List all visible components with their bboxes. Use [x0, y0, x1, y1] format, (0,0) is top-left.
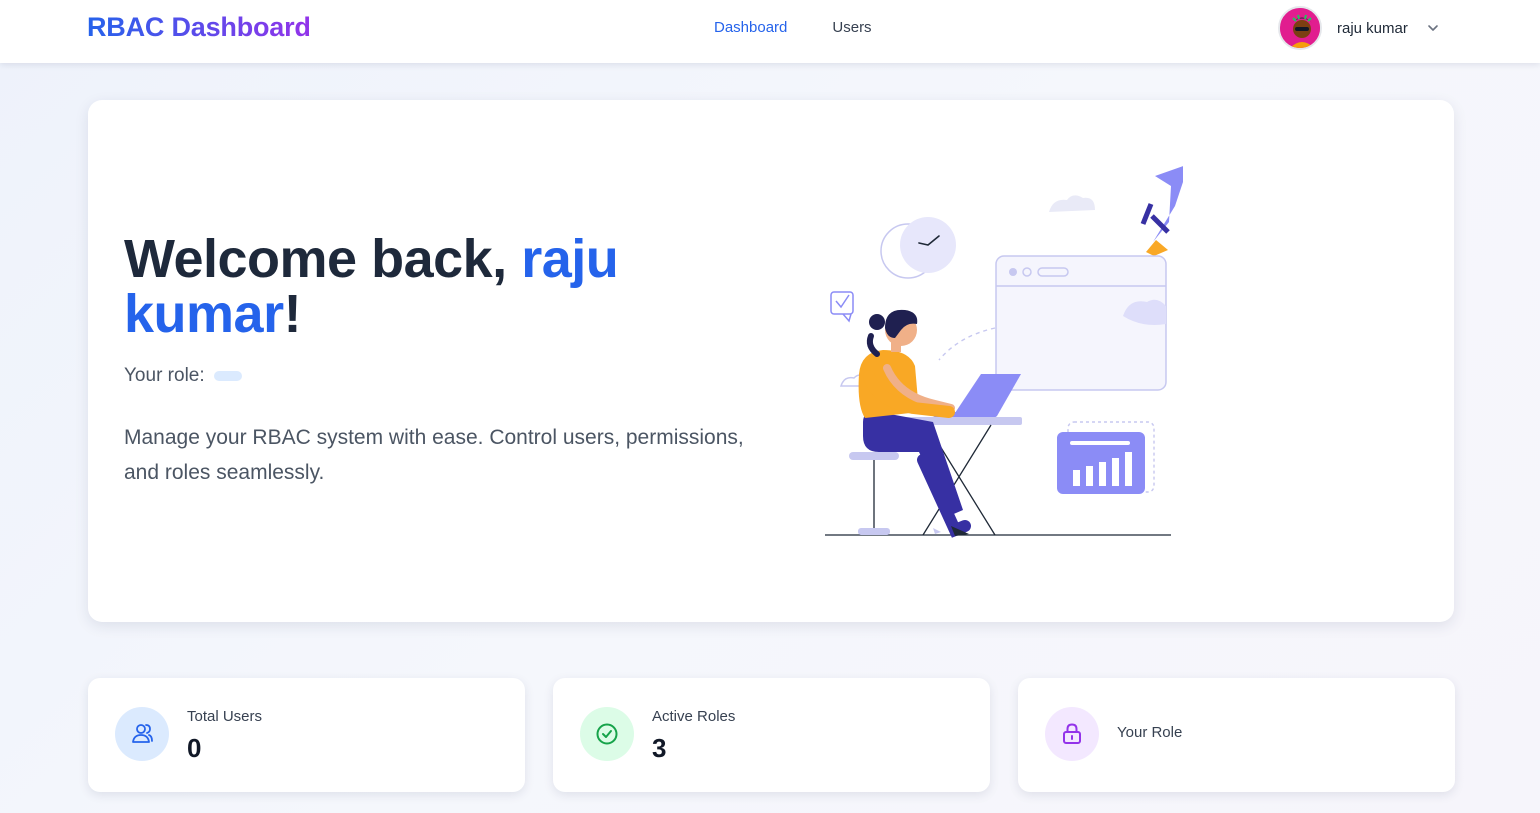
welcome-card: Welcome back, raju kumar! Your role: Man…: [88, 100, 1454, 622]
users-icon: [132, 724, 153, 743]
stat-card-active-roles: Active Roles 3: [553, 678, 990, 792]
avatar-image: [1280, 8, 1320, 48]
nav-link-dashboard[interactable]: Dashboard: [714, 19, 787, 36]
user-menu[interactable]: raju kumar: [1278, 6, 1440, 50]
person-at-laptop-illustration: [825, 166, 1183, 538]
top-navbar: RBAC Dashboard Dashboard Users raju kuma…: [0, 0, 1540, 63]
avatar[interactable]: [1278, 6, 1322, 50]
cloud-icon: [1049, 195, 1095, 212]
stat-label: Total Users: [187, 708, 263, 725]
laptop: [955, 374, 1021, 416]
check-circle-icon-badge: [580, 707, 634, 761]
stat-card-total-users: Total Users 0: [88, 678, 525, 792]
welcome-suffix: !: [283, 284, 302, 344]
welcome-heading: Welcome back, raju kumar!: [124, 232, 764, 342]
lock-icon: [1063, 723, 1081, 744]
user-name[interactable]: raju kumar: [1337, 20, 1408, 37]
stat-label: Your Role: [1117, 724, 1183, 741]
role-badge: [213, 371, 242, 381]
brand-logo[interactable]: RBAC Dashboard: [87, 12, 311, 43]
tagline: Manage your RBAC system with ease. Contr…: [124, 426, 744, 484]
stool: [849, 452, 899, 460]
nav-link-users[interactable]: Users: [832, 19, 871, 36]
stat-card-your-role: Your Role: [1018, 678, 1455, 792]
lock-icon-badge: [1045, 707, 1099, 761]
check-circle-icon: [596, 723, 618, 745]
welcome-prefix: Welcome back,: [124, 229, 522, 289]
checkbox-bubble-icon: [830, 291, 854, 315]
role-line: Your role:: [124, 365, 242, 387]
main-nav: Dashboard Users: [714, 19, 872, 36]
stat-value: 0: [187, 733, 202, 763]
chevron-down-icon[interactable]: [1426, 21, 1440, 35]
stat-label: Active Roles: [652, 708, 736, 725]
stat-value: 3: [652, 733, 667, 763]
role-label: Your role:: [124, 365, 205, 386]
users-icon-badge: [115, 707, 169, 761]
rocket-icon: [1140, 166, 1183, 256]
